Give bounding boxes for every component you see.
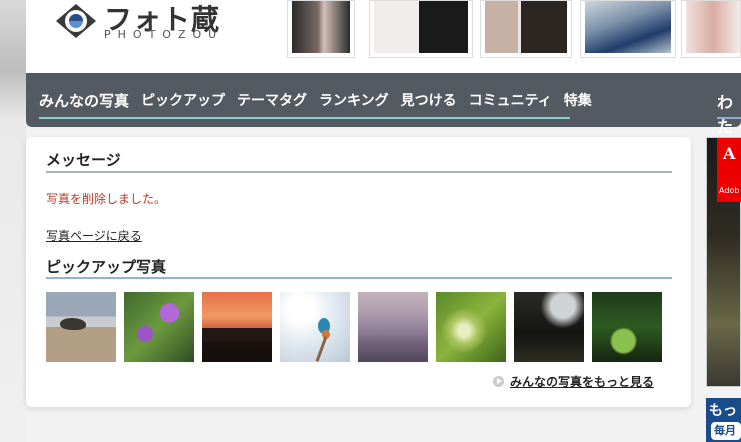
nav-item-community[interactable]: コミュニティ — [469, 90, 552, 111]
pickup-photo-purple-flowers[interactable] — [124, 292, 194, 362]
nav-item-discover[interactable]: 見つける — [401, 90, 457, 111]
back-to-photo-link[interactable]: 写真ページに戻る — [46, 227, 142, 244]
nav-item-everyones-photos[interactable]: みんなの写真 — [39, 90, 129, 111]
nav-menu: みんなの写真 ピックアップ テーマタグ ランキング 見つける コミュニティ 特集 — [39, 90, 592, 111]
play-arrow-icon — [493, 376, 504, 387]
nav-item-my-page[interactable]: わた — [717, 89, 741, 137]
message-heading: メッセージ — [46, 151, 121, 169]
nav-item-features[interactable]: 特集 — [564, 90, 592, 111]
pickup-photo-green-seedpod[interactable] — [592, 292, 662, 362]
promo-banner-text: もっ — [709, 403, 737, 419]
nav-item-pickup[interactable]: ピックアップ — [141, 90, 225, 111]
message-heading-rule — [46, 171, 672, 173]
status-message: 写真を削除しました。 — [46, 192, 167, 206]
pickup-heading: ピックアップ写真 — [46, 258, 167, 276]
featured-thumbnail[interactable] — [681, 0, 741, 58]
logo-subtitle: PHOTOZOU — [104, 28, 224, 41]
nav-active-underline — [39, 117, 570, 119]
camera-aperture-icon — [56, 4, 96, 38]
more-photos-label: みんなの写真をもっと見る — [510, 375, 655, 389]
global-navigation: みんなの写真 ピックアップ テーマタグ ランキング 見つける コミュニティ 特集… — [26, 73, 741, 136]
featured-thumbnail[interactable] — [369, 0, 473, 58]
more-photos-link[interactable]: みんなの写真をもっと見る — [493, 373, 654, 390]
nav-item-ranking[interactable]: ランキング — [319, 90, 389, 111]
featured-thumbnail[interactable] — [287, 0, 355, 58]
sidebar-promo-banner[interactable]: もっ 毎月 — [706, 398, 741, 442]
featured-thumbnail[interactable] — [580, 0, 676, 58]
adobe-logo-mark: A — [723, 144, 736, 163]
pickup-photo-misty-mountains[interactable] — [358, 292, 428, 362]
sidebar-ad-banner[interactable]: A Adob — [706, 137, 741, 387]
featured-photo-strip — [271, 0, 741, 60]
nav-right-underline — [717, 117, 741, 119]
page-left-edge — [0, 0, 26, 442]
pickup-photo-dark-stream[interactable] — [514, 292, 584, 362]
pickup-photo-train-sunset[interactable] — [202, 292, 272, 362]
pickup-photo-dandelion-seeds[interactable] — [436, 292, 506, 362]
site-logo[interactable]: フォト蔵 PHOTOZOU — [52, 0, 242, 48]
pickup-photo-bird-on-beach[interactable] — [46, 292, 116, 362]
featured-thumbnail[interactable] — [480, 0, 572, 58]
adobe-logo: A Adob — [717, 138, 741, 202]
message-panel: メッセージ 写真を削除しました。 写真ページに戻る ピックアップ写真 みんなの写… — [26, 137, 691, 407]
promo-banner-badge: 毎月 — [711, 422, 741, 440]
adobe-logo-text: Adob — [719, 186, 740, 195]
nav-item-theme-tags[interactable]: テーマタグ — [237, 90, 307, 111]
pickup-photo-kingfisher[interactable] — [280, 292, 350, 362]
pickup-heading-rule — [46, 277, 672, 279]
pickup-photo-grid — [46, 292, 662, 362]
